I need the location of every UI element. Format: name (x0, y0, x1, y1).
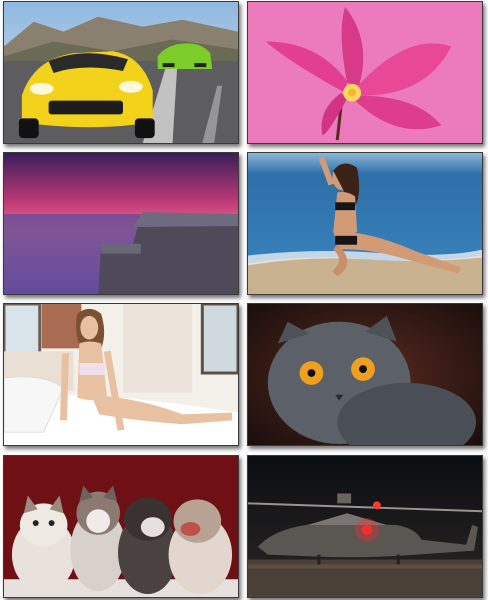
wallpaper-thumbnail-beach-woman[interactable] (247, 152, 483, 295)
attack-helicopter-image (248, 456, 482, 597)
wallpaper-thumbnail-sunset-pier[interactable] (3, 152, 239, 295)
grey-cat-image (248, 304, 482, 445)
husky-puppies-image (4, 456, 238, 597)
wallpaper-thumbnail-husky-puppies[interactable] (3, 455, 239, 598)
sunset-pier-image (4, 153, 238, 294)
beach-woman-image (248, 153, 482, 294)
wallpaper-thumbnail-attack-helicopter[interactable] (247, 455, 483, 598)
wallpaper-thumbnail-bedroom-woman[interactable] (3, 303, 239, 446)
wallpaper-thumbnail-sports-cars[interactable] (3, 1, 239, 144)
wallpaper-collection-preview: { "gallery": { "layout": "2-column grid"… (0, 0, 488, 600)
wallpaper-thumbnail-grey-cat[interactable] (247, 303, 483, 446)
wallpaper-thumbnail-pink-flower[interactable] (247, 1, 483, 144)
pink-flower-image (248, 2, 482, 143)
bedroom-woman-image (4, 304, 238, 445)
sports-cars-image (4, 2, 238, 143)
